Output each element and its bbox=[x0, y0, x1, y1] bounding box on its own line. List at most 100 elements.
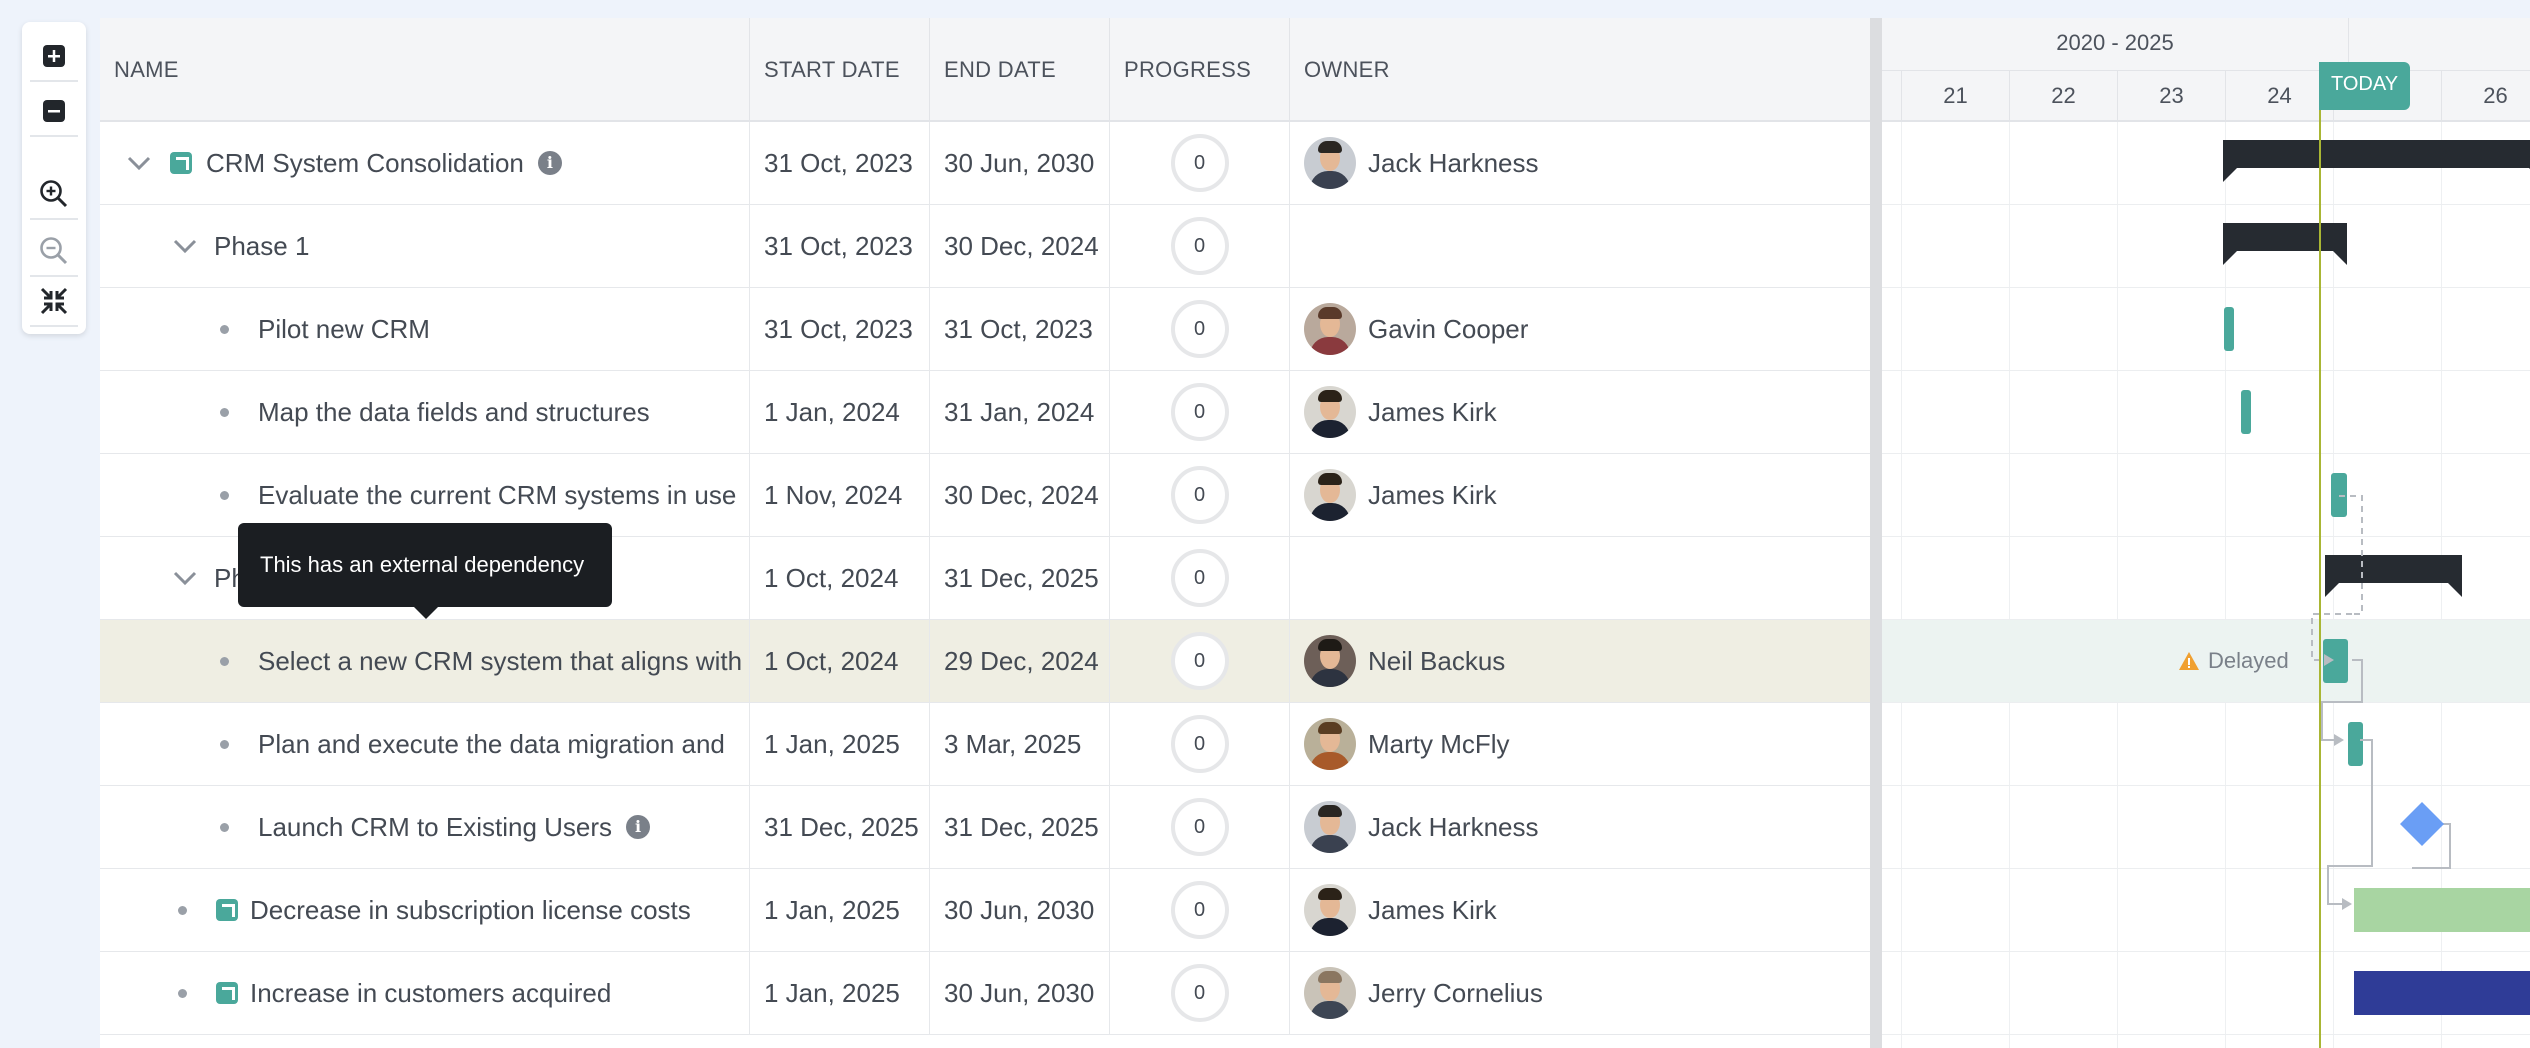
tooltip-text: This has an external dependency bbox=[260, 552, 585, 577]
owner-cell[interactable]: Gavin Cooper bbox=[1290, 288, 1870, 370]
progress-indicator: 0 bbox=[1170, 632, 1229, 690]
name-cell[interactable]: Plan and execute the data migration and bbox=[100, 703, 750, 785]
column-header-name[interactable]: NAME bbox=[100, 18, 750, 122]
end-date-cell[interactable]: 29 Dec, 2024 bbox=[930, 620, 1110, 702]
start-date-cell[interactable]: 1 Jan, 2025 bbox=[750, 952, 930, 1034]
name-cell[interactable]: Decrease in subscription license costs bbox=[100, 869, 750, 951]
gantt-timeline: 2020 - 2025 212223242526 Delayed TODAY bbox=[1882, 18, 2530, 1048]
column-header-start-date[interactable]: START DATE bbox=[750, 18, 930, 122]
owner-cell[interactable] bbox=[1290, 205, 1870, 287]
info-icon[interactable]: i bbox=[537, 151, 562, 175]
end-date-cell[interactable]: 31 Dec, 2025 bbox=[930, 786, 1110, 868]
expand-all-button[interactable] bbox=[30, 32, 78, 82]
table-row[interactable]: Map the data fields and structures 1 Jan,… bbox=[100, 371, 1870, 454]
zoom-in-icon bbox=[40, 180, 68, 208]
end-date-cell[interactable]: 30 Jun, 2030 bbox=[930, 952, 1110, 1034]
name-cell[interactable]: Map the data fields and structures bbox=[100, 371, 750, 453]
owner-cell[interactable]: James Kirk bbox=[1290, 454, 1870, 536]
progress-cell[interactable]: 0 bbox=[1110, 122, 1290, 204]
end-date-cell[interactable]: 31 Jan, 2024 bbox=[930, 371, 1110, 453]
end-date-cell[interactable]: 31 Oct, 2023 bbox=[930, 288, 1110, 370]
start-date-cell[interactable]: 1 Jan, 2025 bbox=[750, 869, 930, 951]
chevron-down-icon[interactable] bbox=[170, 563, 200, 593]
start-date-cell[interactable]: 31 Oct, 2023 bbox=[750, 205, 930, 287]
name-cell[interactable]: Pilot new CRM bbox=[100, 288, 750, 370]
progress-indicator: 0 bbox=[1170, 964, 1229, 1022]
progress-cell[interactable]: 0 bbox=[1110, 620, 1290, 702]
start-date-cell[interactable]: 31 Oct, 2023 bbox=[750, 288, 930, 370]
progress-cell[interactable]: 0 bbox=[1110, 952, 1290, 1034]
start-date-cell[interactable]: 1 Oct, 2024 bbox=[750, 620, 930, 702]
progress-indicator: 0 bbox=[1170, 300, 1229, 358]
dependency-links bbox=[2311, 495, 2451, 910]
progress-cell[interactable]: 0 bbox=[1110, 454, 1290, 536]
table-row[interactable]: Launch CRM to Existing Users i 31 Dec, 202… bbox=[100, 786, 1870, 869]
progress-cell[interactable]: 0 bbox=[1110, 537, 1290, 619]
end-date-cell[interactable]: 3 Mar, 2025 bbox=[930, 703, 1110, 785]
name-cell[interactable]: Launch CRM to Existing Users i bbox=[100, 786, 750, 868]
end-date-cell[interactable]: 31 Dec, 2025 bbox=[930, 537, 1110, 619]
start-date-cell[interactable]: 1 Nov, 2024 bbox=[750, 454, 930, 536]
name-cell[interactable]: Phase 1 bbox=[100, 205, 750, 287]
end-date-cell[interactable]: 30 Dec, 2024 bbox=[930, 205, 1110, 287]
chevron-down-icon[interactable] bbox=[170, 231, 200, 261]
progress-cell[interactable]: 0 bbox=[1110, 371, 1290, 453]
bullet-icon bbox=[220, 740, 229, 749]
table-row[interactable]: Decrease in subscription license costs 1 … bbox=[100, 869, 1870, 952]
info-icon[interactable]: i bbox=[626, 815, 651, 839]
link-arrow bbox=[2342, 898, 2352, 910]
pane-splitter[interactable] bbox=[1870, 18, 1882, 1048]
fit-to-screen-button[interactable] bbox=[30, 277, 78, 327]
progress-cell[interactable]: 0 bbox=[1110, 288, 1290, 370]
start-date-cell[interactable]: 31 Dec, 2025 bbox=[750, 786, 930, 868]
owner-cell[interactable]: Neil Backus bbox=[1290, 620, 1870, 702]
avatar bbox=[1304, 303, 1356, 355]
owner-cell[interactable]: Marty McFly bbox=[1290, 703, 1870, 785]
table-row[interactable]: Pilot new CRM 31 Oct, 2023 31 Oct, 2023 0 Ga… bbox=[100, 288, 1870, 371]
column-header-progress[interactable]: PROGRESS bbox=[1110, 18, 1290, 122]
row-name: Launch CRM to Existing Users i bbox=[258, 786, 651, 868]
owner-cell[interactable]: James Kirk bbox=[1290, 869, 1870, 951]
owner-cell[interactable]: James Kirk bbox=[1290, 371, 1870, 453]
grid-header: NAME START DATE END DATE PROGRESS OWNER bbox=[100, 18, 1870, 122]
table-row[interactable]: Select a new CRM system that aligns with… bbox=[100, 620, 1870, 703]
table-row[interactable]: Plan and execute the data migration and 1… bbox=[100, 703, 1870, 786]
progress-cell[interactable]: 0 bbox=[1110, 869, 1290, 951]
owner-name: Jack Harkness bbox=[1368, 811, 1539, 842]
owner-name: Jack Harkness bbox=[1368, 147, 1539, 178]
owner-cell[interactable] bbox=[1290, 537, 1870, 619]
start-date-cell[interactable]: 1 Jan, 2025 bbox=[750, 703, 930, 785]
column-header-end-date[interactable]: END DATE bbox=[930, 18, 1110, 122]
name-cell[interactable]: CRM System Consolidation i bbox=[100, 122, 750, 204]
owner-cell[interactable]: Jack Harkness bbox=[1290, 122, 1870, 204]
row-name-text: Map the data fields and structures bbox=[258, 396, 650, 427]
progress-cell[interactable]: 0 bbox=[1110, 703, 1290, 785]
name-cell[interactable]: Increase in customers acquired bbox=[100, 952, 750, 1034]
progress-indicator: 0 bbox=[1170, 715, 1229, 773]
end-date-cell[interactable]: 30 Dec, 2024 bbox=[930, 454, 1110, 536]
owner-cell[interactable]: Jerry Cornelius bbox=[1290, 952, 1870, 1034]
warning-icon bbox=[2179, 652, 2199, 670]
owner-cell[interactable]: Jack Harkness bbox=[1290, 786, 1870, 868]
end-date-cell[interactable]: 30 Jun, 2030 bbox=[930, 122, 1110, 204]
column-header-owner[interactable]: OWNER bbox=[1290, 18, 1870, 122]
link-arrow bbox=[2324, 654, 2334, 666]
zoom-in-button[interactable] bbox=[30, 170, 78, 220]
chevron-down-icon[interactable] bbox=[124, 148, 154, 178]
start-date-cell[interactable]: 1 Oct, 2024 bbox=[750, 537, 930, 619]
table-row[interactable]: Phase 1 31 Oct, 2023 30 Dec, 2024 0 bbox=[100, 205, 1870, 288]
row-name: Decrease in subscription license costs bbox=[250, 869, 691, 951]
start-date-cell[interactable]: 1 Jan, 2024 bbox=[750, 371, 930, 453]
table-row[interactable]: Increase in customers acquired 1 Jan, 202… bbox=[100, 952, 1870, 1035]
progress-cell[interactable]: 0 bbox=[1110, 786, 1290, 868]
zoom-out-button[interactable] bbox=[30, 227, 78, 277]
start-date-cell[interactable]: 31 Oct, 2023 bbox=[750, 122, 930, 204]
collapse-all-button[interactable] bbox=[30, 87, 78, 137]
table-row[interactable]: CRM System Consolidation i 31 Oct, 2023 30 … bbox=[100, 122, 1870, 205]
row-name: Increase in customers acquired bbox=[250, 952, 611, 1034]
progress-indicator: 0 bbox=[1170, 881, 1229, 939]
name-cell[interactable]: Select a new CRM system that aligns with bbox=[100, 620, 750, 702]
progress-cell[interactable]: 0 bbox=[1110, 205, 1290, 287]
end-date-cell[interactable]: 30 Jun, 2030 bbox=[930, 869, 1110, 951]
today-badge[interactable]: TODAY bbox=[2319, 62, 2411, 110]
